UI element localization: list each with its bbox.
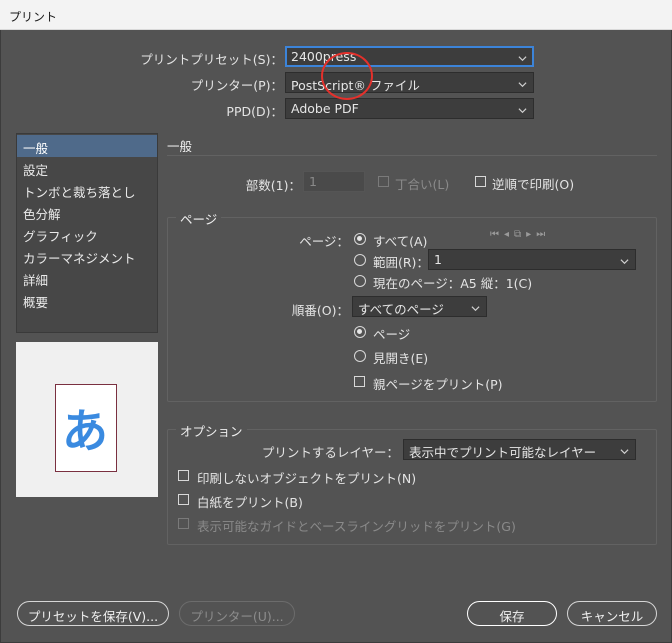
spread-radio-label: 見開き(E) [373, 351, 429, 366]
layers-select[interactable]: 表示中でプリント可能なレイヤー [403, 439, 636, 460]
blank-pages-label: 白紙をプリント(B) [197, 495, 303, 510]
chevron-down-icon [518, 51, 527, 62]
reverse-order-label: 逆順で印刷(O) [492, 177, 575, 192]
page-nav-icons: ⏮◂⧉▸⏭ [490, 229, 550, 240]
range-label: 範囲(R)： [373, 255, 429, 270]
current-page-label: 現在のページ：A5 縦：1(C) [373, 276, 533, 291]
sidebar-item-summary[interactable]: 概要 [17, 289, 157, 311]
cancel-button[interactable]: キャンセル [567, 601, 657, 626]
sidebar-item-general[interactable]: 一般 [17, 135, 157, 157]
range-input[interactable]: 1 [428, 249, 636, 270]
master-pages-checkbox[interactable] [354, 376, 365, 387]
range-radio[interactable] [354, 254, 366, 266]
order-label: 順番(O)： [291, 303, 349, 318]
page-radio[interactable] [354, 326, 366, 338]
order-value: すべてのページ [358, 302, 444, 317]
ppd-value: Adobe PDF [291, 101, 359, 116]
save-preset-button[interactable]: プリセットを保存(V)... [17, 601, 169, 626]
nonprinting-checkbox[interactable] [178, 470, 189, 481]
general-heading: 一般 [167, 139, 193, 154]
blank-pages-checkbox[interactable] [178, 494, 189, 505]
guides-label: 表示可能なガイドとベースライングリッドをプリント(G) [197, 519, 516, 534]
sidebar-item-advanced[interactable]: 詳細 [17, 267, 157, 289]
last-page-icon[interactable]: ⏭ [536, 229, 550, 240]
spread-radio[interactable] [354, 350, 366, 362]
master-pages-label: 親ページをプリント(P) [373, 377, 503, 392]
layers-label: プリントするレイヤー： [261, 445, 399, 460]
collate-checkbox[interactable] [378, 176, 389, 187]
chevron-down-icon [518, 77, 527, 88]
pages-label: ページ： [299, 234, 349, 249]
sidebar-item-graphics[interactable]: グラフィック [17, 223, 157, 245]
ppd-select[interactable]: Adobe PDF [285, 98, 534, 119]
pages-group-title: ページ [176, 209, 222, 228]
print-dialog: プリントプリセット(S)： 2400press プリンター(P)： PostSc… [0, 30, 672, 643]
next-page-icon[interactable]: ▸ [526, 229, 536, 240]
current-page-radio[interactable] [354, 275, 366, 287]
prev-page-icon[interactable]: ◂ [504, 229, 514, 240]
window-title: プリント [9, 10, 58, 24]
all-pages-radio[interactable] [354, 233, 366, 245]
sidebar-item-output[interactable]: 色分解 [17, 201, 157, 223]
red-circle-annotation [321, 52, 373, 100]
printer-label: プリンター(P)： [190, 78, 283, 93]
chevron-down-icon [518, 103, 527, 114]
layers-value: 表示中でプリント可能なレイヤー [409, 445, 597, 460]
reverse-order-checkbox[interactable] [475, 176, 486, 187]
spread-icon[interactable]: ⧉ [514, 229, 526, 240]
save-button[interactable]: 保存 [467, 601, 557, 626]
preset-label: プリントプリセット(S)： [140, 52, 283, 67]
all-pages-label: すべて(A) [373, 234, 428, 249]
nonprinting-label: 印刷しないオブジェクトをプリント(N) [197, 471, 417, 486]
preview-glyph: あ [62, 404, 108, 458]
chevron-down-icon [620, 444, 629, 455]
ppd-label: PPD(D)： [226, 104, 283, 119]
category-list[interactable]: 一般 設定 トンボと裁ち落とし 色分解 グラフィック カラーマネジメント 詳細 … [16, 133, 158, 333]
order-select[interactable]: すべてのページ [352, 296, 487, 317]
copies-input[interactable]: 1 [303, 171, 365, 192]
sidebar-item-setup[interactable]: 設定 [17, 157, 157, 179]
range-value: 1 [434, 252, 442, 267]
printer-button[interactable]: プリンター(U)... [179, 601, 295, 626]
sidebar-item-marks-bleed[interactable]: トンボと裁ち落とし [17, 179, 157, 201]
collate-label: 丁合い(L) [395, 177, 450, 192]
first-page-icon[interactable]: ⏮ [490, 229, 504, 240]
section-heading: 一般 [167, 136, 657, 156]
copies-label: 部数(1)： [245, 178, 301, 193]
sidebar-item-color-management[interactable]: カラーマネジメント [17, 245, 157, 267]
title-bar: プリント [0, 0, 672, 30]
preset-select[interactable]: 2400press [285, 46, 534, 67]
chevron-down-icon [620, 254, 629, 265]
print-preview: あ [16, 342, 158, 497]
chevron-down-icon [471, 301, 480, 312]
page-radio-label: ページ [373, 327, 411, 342]
options-group-title: オプション [176, 421, 247, 440]
page-thumbnail: あ [55, 384, 117, 472]
guides-checkbox[interactable] [178, 518, 189, 529]
